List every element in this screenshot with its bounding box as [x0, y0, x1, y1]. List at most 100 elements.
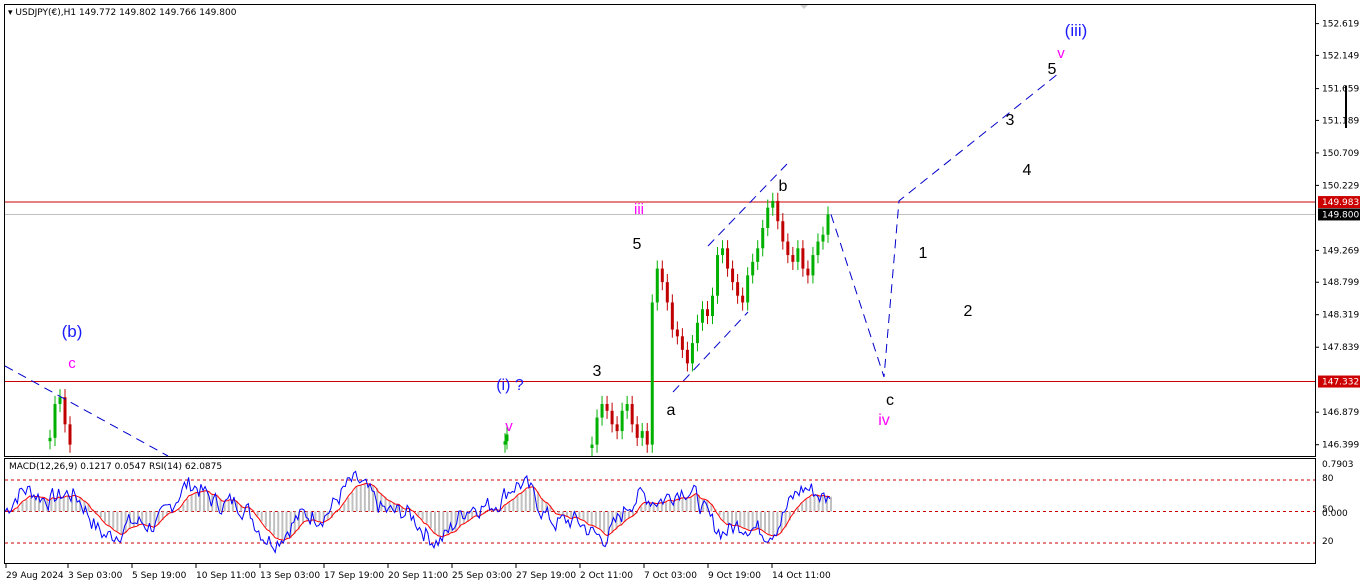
rsi-label: RSI(14) 62.0875: [148, 462, 223, 472]
macd-histogram-bar: [590, 511, 593, 526]
level-price-label: 149.983: [1322, 198, 1359, 208]
candle-body: [716, 255, 720, 296]
macd-histogram-bar: [504, 505, 507, 512]
candle-body: [640, 431, 644, 438]
macd-histogram-bar: [108, 511, 111, 526]
price-axis-label: 151.659: [1322, 85, 1359, 95]
macd-histogram-bar: [351, 492, 354, 512]
wave-label: a: [667, 402, 676, 419]
wave-label: (b): [62, 322, 83, 341]
candle-body: [786, 241, 790, 256]
candle-body: [625, 404, 629, 411]
wave-label: 5: [1048, 61, 1057, 78]
time-axis-label: 2 Oct 11:00: [580, 571, 633, 581]
candle-body: [821, 234, 825, 242]
macd-histogram-bar: [363, 484, 366, 512]
macd-histogram-bar: [570, 511, 573, 519]
macd-histogram-bar: [260, 511, 263, 522]
macd-histogram-bar: [722, 511, 725, 521]
macd-histogram-bar: [104, 511, 106, 523]
candle-body: [645, 431, 649, 445]
macd-histogram-bar: [743, 511, 746, 529]
macd-histogram-bar: [797, 507, 799, 512]
macd-histogram-bar: [421, 511, 424, 520]
candle-body: [736, 282, 740, 296]
wave-label: iv: [878, 412, 890, 429]
price-axis-label: 150.709: [1322, 149, 1359, 159]
indicator-axis-label: 20: [1322, 537, 1334, 547]
macd-histogram-bar: [194, 493, 197, 512]
time-axis-label: 20 Sep 11:00: [388, 571, 448, 581]
wave-label: (iii): [1065, 21, 1088, 40]
candle-body: [650, 302, 654, 445]
macd-histogram-bar: [768, 511, 771, 535]
macd-histogram-bar: [685, 498, 688, 512]
candle-body: [811, 255, 815, 276]
macd-histogram-bar: [731, 511, 733, 525]
price-axis-label: 151.189: [1322, 116, 1359, 126]
macd-histogram-bar: [318, 511, 321, 522]
macd-histogram-bar: [66, 495, 69, 512]
wave-label: c: [68, 355, 76, 372]
macd-histogram-bar: [343, 503, 346, 512]
candle-body: [620, 410, 624, 432]
macd-histogram-bar: [425, 511, 428, 524]
candle-body: [766, 207, 770, 228]
indicator-header: MACD(12,26,9) 0.1217 0.0547 RSI(14) 62.0…: [9, 462, 222, 472]
time-axis-label: 7 Oct 03:00: [644, 571, 697, 581]
macd-histogram-bar: [739, 511, 742, 527]
candle-body: [600, 404, 604, 418]
ohlc-values: 149.772 149.802 149.766 149.800: [79, 8, 237, 18]
macd-histogram-bar: [508, 502, 511, 512]
price-axis-label: 152.619: [1322, 20, 1359, 30]
macd-histogram-bar: [99, 511, 102, 518]
macd-histogram-bar: [277, 511, 280, 539]
time-axis-label: 14 Oct 11:00: [772, 571, 831, 581]
macd-histogram-bar: [566, 511, 568, 517]
candle-body: [655, 268, 659, 303]
candle-body: [781, 221, 785, 242]
candle-body: [801, 248, 805, 269]
macd-histogram-bar: [801, 503, 804, 512]
symbol-label: USDJPY(€),H1: [15, 8, 77, 18]
macd-histogram-bar: [120, 511, 123, 535]
wave-label: 2: [964, 303, 973, 320]
macd-histogram-bar: [561, 511, 564, 515]
macd-histogram-bar: [281, 511, 284, 540]
macd-histogram-bar: [520, 493, 523, 512]
candle-body: [503, 441, 507, 445]
macd-histogram-bar: [264, 511, 267, 528]
candle-body: [68, 424, 72, 445]
macd-histogram-bar: [50, 499, 53, 512]
collapse-arrow-icon[interactable]: ▾: [8, 8, 13, 18]
time-axis-label: 29 Aug 2024: [6, 571, 64, 581]
wave-label: v: [505, 418, 513, 435]
macd-histogram-bar: [759, 511, 762, 530]
current-price-label: 149.800: [1322, 210, 1359, 220]
macd-histogram-bar: [830, 496, 832, 512]
price-axis-label: 150.229: [1322, 181, 1359, 191]
macd-histogram-bar: [677, 499, 680, 512]
candle-body: [826, 214, 830, 235]
macd-histogram-bar: [512, 499, 515, 512]
price-axis-label: 152.149: [1322, 51, 1359, 61]
wave-label: (i) ?: [496, 377, 524, 394]
macd-histogram-bar: [182, 504, 185, 512]
macd-histogram-bar: [516, 496, 519, 512]
wave-label: b: [779, 178, 788, 195]
candle-body: [48, 437, 52, 442]
macd-histogram-bar: [586, 511, 589, 524]
candle-body: [690, 343, 694, 364]
macd-histogram-bar: [112, 511, 115, 529]
macd-histogram-bar: [116, 511, 119, 532]
macd-histogram-bar: [21, 502, 24, 512]
candle-body: [705, 309, 709, 316]
macd-histogram-bar: [665, 502, 667, 512]
macd-histogram-bar: [718, 511, 721, 516]
candle-body: [731, 268, 735, 283]
time-axis-label: 3 Sep 03:00: [68, 571, 123, 581]
candle-body: [791, 255, 795, 262]
wave-label: 3: [593, 363, 602, 380]
macd-histogram-bar: [454, 511, 457, 532]
time-axis-label: 17 Sep 19:00: [324, 571, 384, 581]
